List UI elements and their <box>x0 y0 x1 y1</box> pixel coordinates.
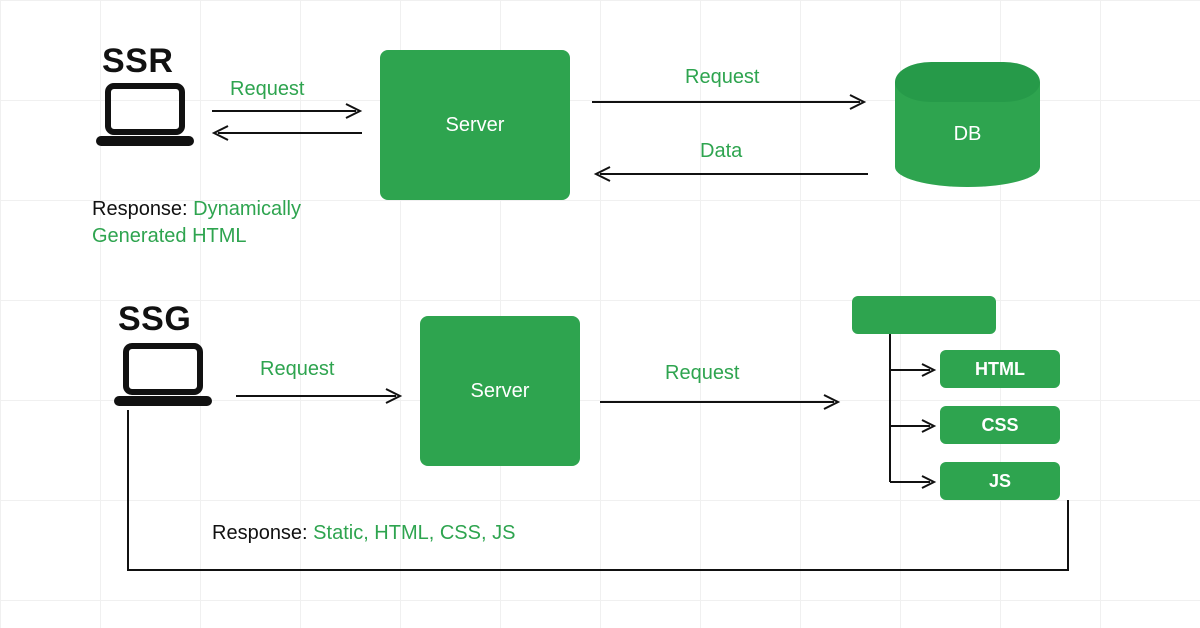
ssg-return-path <box>128 410 1088 590</box>
ssg-server-label: Server <box>471 380 530 403</box>
ssr-title: SSR <box>102 42 173 81</box>
ssr-arrow-server-to-db <box>590 92 870 117</box>
laptop-icon <box>108 340 218 415</box>
ssr-response-key: Response: <box>92 198 193 220</box>
ssg-title: SSG <box>118 300 191 339</box>
ssg-assets-request-label: Request <box>665 362 740 385</box>
ssg-asset-html-label: HTML <box>975 359 1025 380</box>
database-icon: DB <box>895 62 1040 187</box>
ssr-server-label: Server <box>446 114 505 137</box>
ssr-arrow-db-to-server <box>590 164 870 189</box>
ssr-db-data-label: Data <box>700 140 742 163</box>
ssr-arrow-server-to-client <box>210 122 365 149</box>
ssr-db-request-label: Request <box>685 66 760 89</box>
ssg-assets-root-box <box>852 296 996 334</box>
laptop-icon <box>90 80 200 155</box>
ssr-db-label: DB <box>954 123 982 146</box>
ssg-request-label: Request <box>260 358 335 381</box>
ssr-request-label: Request <box>230 78 305 101</box>
ssg-asset-html-box: HTML <box>940 350 1060 388</box>
ssr-server-box: Server <box>380 50 570 200</box>
ssg-arrow-client-to-server <box>234 386 406 411</box>
ssr-response-text: Response: Dynamically Generated HTML <box>92 196 372 250</box>
